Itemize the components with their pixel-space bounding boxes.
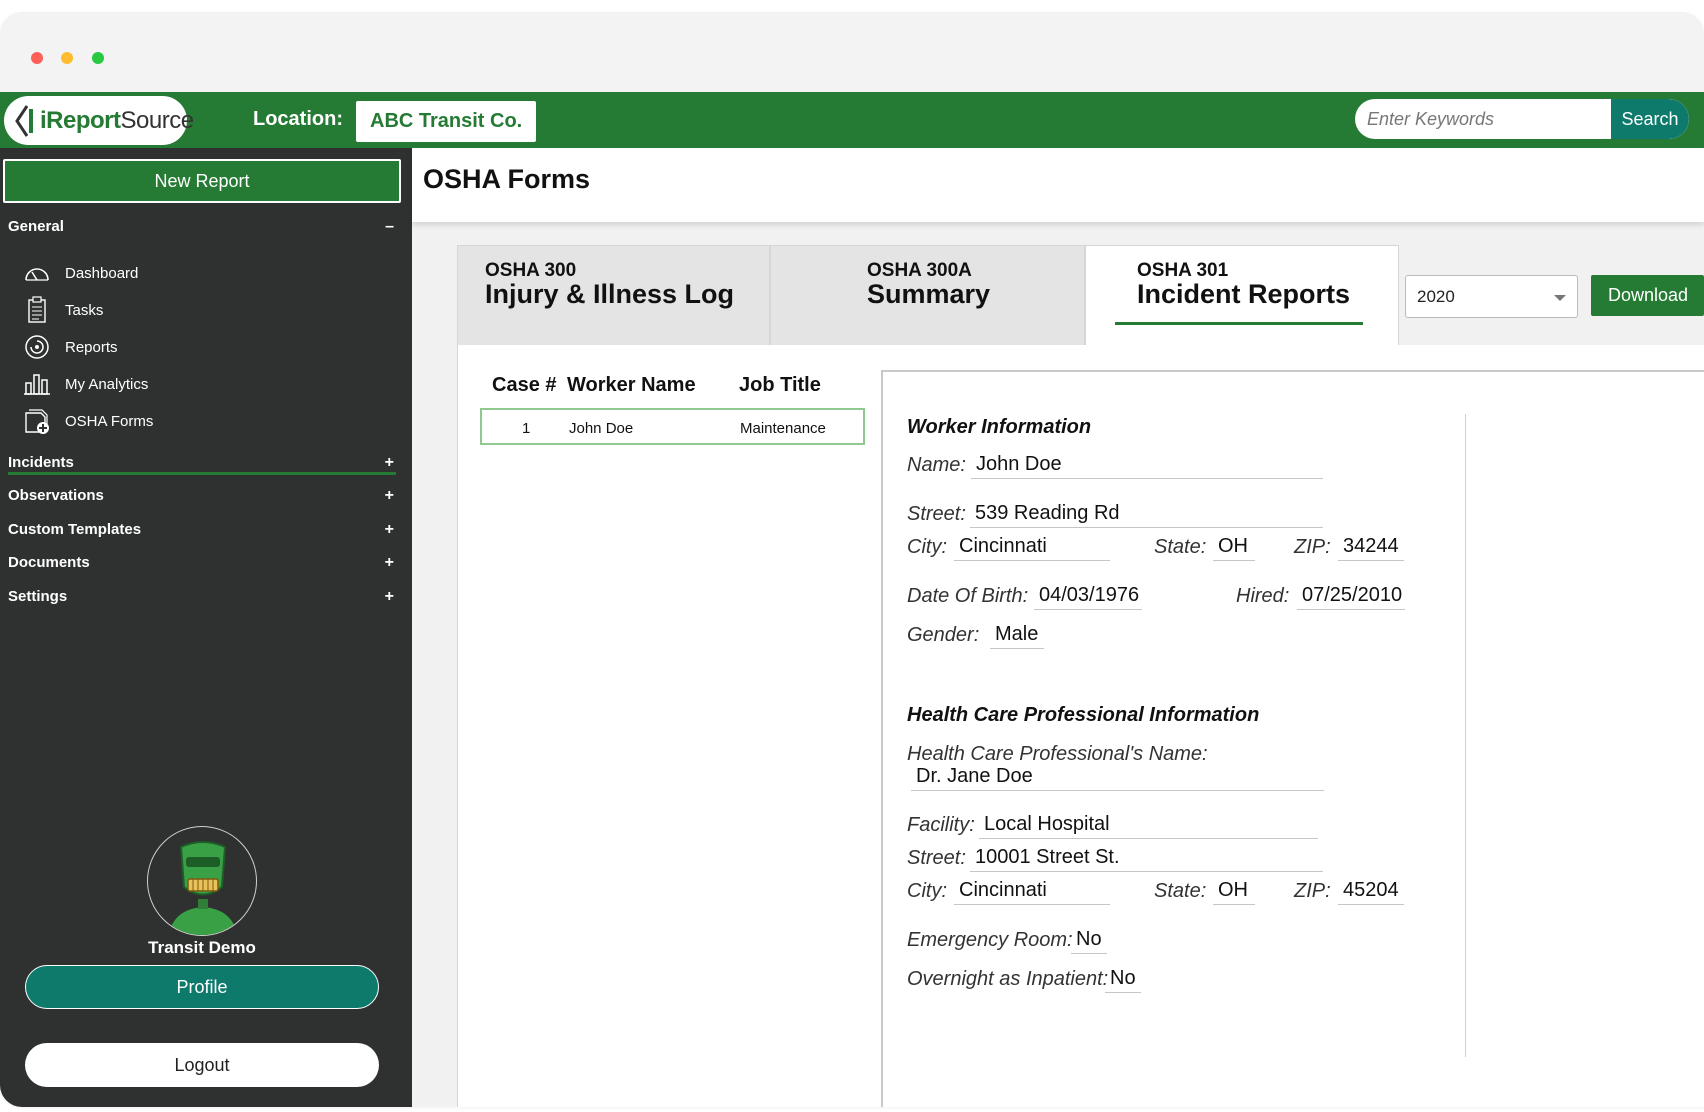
worker-state-field[interactable]: OH [1213,535,1255,561]
new-report-button[interactable]: New Report [3,159,401,203]
column-header-job-title: Job Title [739,374,821,396]
worker-dob-label: Date Of Birth: [907,585,1029,607]
sidebar-item-osha-forms[interactable]: OSHA Forms [22,406,153,436]
hcp-zip-label: ZIP: [1294,880,1331,902]
worker-gender-label: Gender: [907,624,980,646]
hcp-name-label: Health Care Professional's Name: [907,743,1208,765]
profile-button[interactable]: Profile [25,965,379,1009]
hcp-facility-field[interactable]: Local Hospital [979,813,1318,839]
job-title: Maintenance [740,420,826,437]
minimize-window-button[interactable] [61,52,73,64]
avatar[interactable] [147,826,257,936]
tab-osha-301[interactable]: OSHA 301 Incident Reports [1085,245,1399,347]
worker-hired-label: Hired: [1236,585,1290,607]
close-window-button[interactable] [31,52,43,64]
hcp-facility-label: Facility: [907,814,975,836]
sidebar: New Report General – Dashboard Tasks Rep… [0,148,412,1107]
logo-mark-icon [14,104,40,138]
expand-icon: + [384,554,394,571]
worker-city-label: City: [907,536,947,558]
dashboard-gauge-icon [22,259,52,287]
hcp-er-field[interactable]: No [1071,928,1107,954]
logo-text: iReportSource [40,106,194,134]
incident-report-form: Worker Information Name: John Doe Street… [881,370,1704,1107]
worker-street-field[interactable]: 539 Reading Rd [970,502,1323,528]
hcp-city-label: City: [907,880,947,902]
column-header-worker-name: Worker Name [567,374,696,396]
hcp-street-field[interactable]: 10001 Street St. [970,846,1323,872]
expand-icon: + [384,521,394,538]
expand-icon: + [384,487,394,504]
download-button[interactable]: Download [1591,275,1704,316]
column-header-case: Case # [492,374,557,396]
bar-chart-icon [22,370,52,398]
collapse-icon: – [385,218,394,235]
sidebar-item-tasks[interactable]: Tasks [22,295,103,325]
hcp-city-field[interactable]: Cincinnati [954,879,1110,905]
worker-street-label: Street: [907,503,966,525]
case-number: 1 [522,420,531,437]
search-input[interactable] [1355,99,1611,139]
logout-button[interactable]: Logout [25,1043,379,1087]
osha-301-panel: Case # Worker Name Job Title 1 John Doe … [457,345,1704,1107]
top-bar: iReportSource Location: ABC Transit Co. … [0,92,1704,148]
dropdown-caret-icon [1554,295,1566,301]
form-divider [1465,414,1466,1057]
main-content: OSHA Forms OSHA 300 Injury & Illness Log… [412,148,1704,1107]
active-tab-underline [1115,322,1363,325]
hcp-overnight-label: Overnight as Inpatient: [907,968,1109,990]
browser-window: iReportSource Location: ABC Transit Co. … [0,12,1704,1107]
worker-state-label: State: [1154,536,1207,558]
worker-dob-field[interactable]: 04/03/1976 [1034,584,1142,610]
hcp-state-field[interactable]: OH [1213,879,1255,905]
tab-osha-300a[interactable]: OSHA 300A Summary [770,245,1085,346]
sidebar-group-settings[interactable]: Settings + [8,588,398,606]
sidebar-group-incidents[interactable]: Incidents + [8,454,398,472]
sidebar-item-dashboard[interactable]: Dashboard [22,258,138,288]
hcp-zip-field[interactable]: 45204 [1338,879,1404,905]
worker-name-label: Name: [907,454,966,476]
table-row[interactable]: 1 John Doe Maintenance [480,408,865,445]
hcp-street-label: Street: [907,847,966,869]
hcp-state-label: State: [1154,880,1207,902]
page-title: OSHA Forms [423,164,591,194]
worker-name-field[interactable]: John Doe [971,453,1323,479]
worker-name: John Doe [569,420,634,437]
sidebar-item-reports[interactable]: Reports [22,332,118,362]
worker-zip-label: ZIP: [1294,536,1331,558]
hcp-overnight-field[interactable]: No [1105,967,1141,993]
worker-city-field[interactable]: Cincinnati [954,535,1110,561]
location-label: Location: [253,108,343,130]
expand-icon: + [384,588,394,605]
worker-hired-field[interactable]: 07/25/2010 [1297,584,1405,610]
sidebar-group-documents[interactable]: Documents + [8,554,398,572]
sidebar-group-observations[interactable]: Observations + [8,487,398,505]
location-selector[interactable]: ABC Transit Co. [356,101,537,142]
reports-spiral-icon [22,333,52,361]
osha-forms-icon [22,407,52,435]
hcp-info-title: Health Care Professional Information [907,704,1260,726]
search-button[interactable]: Search [1611,99,1689,139]
search-bar: Search [1355,99,1689,139]
ireportsource-logo[interactable]: iReportSource [4,96,194,145]
tab-osha-300[interactable]: OSHA 300 Injury & Illness Log [457,245,770,346]
hcp-name-field[interactable]: Dr. Jane Doe [911,765,1324,791]
year-select[interactable]: 2020 [1405,275,1578,318]
clipboard-icon [22,296,52,324]
sidebar-group-custom-templates[interactable]: Custom Templates + [8,521,398,539]
worker-zip-field[interactable]: 34244 [1338,535,1404,561]
profile-name: Transit Demo [148,938,256,957]
sidebar-item-my-analytics[interactable]: My Analytics [22,369,148,399]
worker-gender-field[interactable]: Male [990,623,1044,649]
window-titlebar [0,12,1704,92]
sidebar-group-general[interactable]: General – [8,218,398,236]
hcp-er-label: Emergency Room: [907,929,1073,951]
page-header: OSHA Forms [412,148,1704,222]
maximize-window-button[interactable] [92,52,104,64]
active-item-underline [8,472,396,475]
expand-icon: + [384,454,394,471]
robot-avatar-icon [168,841,238,935]
worker-info-title: Worker Information [907,416,1092,438]
